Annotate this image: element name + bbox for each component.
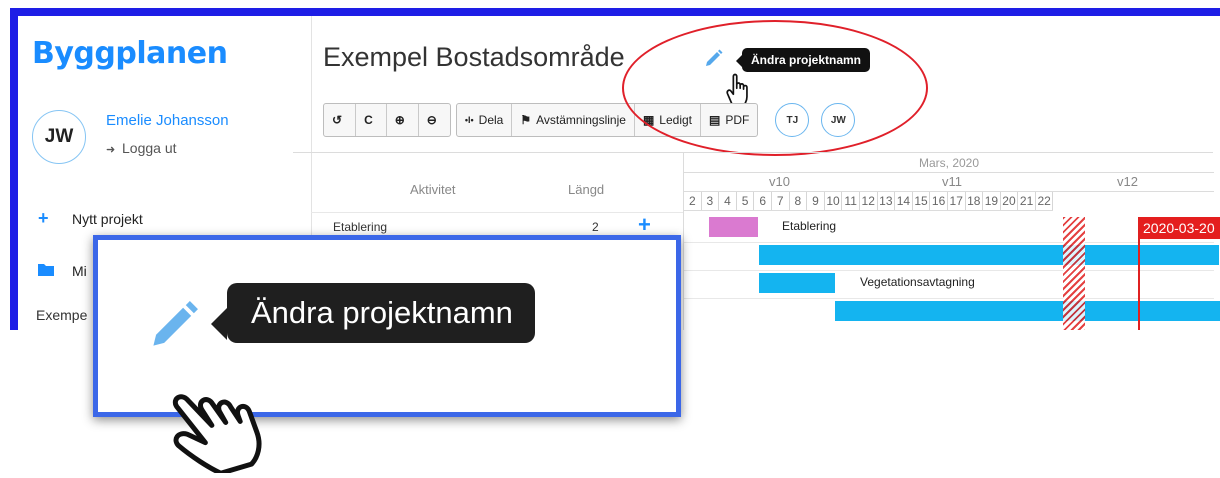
week-header: v10 v11 v12 [684, 173, 1214, 192]
sign-out-icon: ➜ [106, 144, 116, 156]
redo-button[interactable]: C [356, 104, 387, 136]
pencil-icon[interactable] [148, 297, 202, 356]
logout-label: Logga ut [122, 140, 177, 156]
day-cell: 6 [754, 192, 772, 210]
flag-icon: ⚑ [520, 113, 532, 127]
day-header: 2 3 4 5 6 7 8 9 10 11 12 13 14 15 16 17 18 19 20 21 22 [684, 192, 1054, 211]
redo-icon: C [364, 113, 373, 127]
task-bar-label: Etablering [782, 219, 837, 233]
task-bar[interactable] [709, 217, 758, 237]
zoom-out-icon: ⊖ [426, 113, 437, 127]
app-logo[interactable]: Byggplanen [32, 36, 228, 71]
day-cell: 22 [1036, 192, 1054, 210]
day-cell: 11 [842, 192, 860, 210]
gantt-divider [293, 152, 1213, 153]
holiday-hatch [1063, 217, 1085, 330]
day-cell: 20 [1001, 192, 1019, 210]
sidebar-item-new-project[interactable]: + Nytt projekt [38, 208, 143, 229]
day-cell: 3 [702, 192, 720, 210]
column-header-length: Längd [568, 182, 605, 197]
user-name-link[interactable]: Emelie Johansson [106, 112, 229, 129]
task-bar[interactable] [835, 301, 1220, 321]
sidebar-project-link[interactable]: Exempe [36, 307, 87, 323]
sidebar-item-my-projects[interactable]: Mi [38, 260, 87, 281]
folder-icon [38, 260, 72, 281]
task-bar[interactable] [759, 273, 835, 293]
week-label: v12 [1117, 174, 1138, 189]
highlight-oval [622, 20, 928, 156]
task-name[interactable]: Etablering [333, 220, 387, 234]
day-cell: 19 [983, 192, 1001, 210]
week-label: v11 [942, 174, 962, 189]
zoom-in-button[interactable]: ⊕ [387, 104, 419, 136]
history-zoom-group: ↺ C ⊕ ⊖ [323, 103, 451, 137]
today-date-badge: 2020-03-20 [1140, 217, 1220, 239]
sidebar-item-label: Mi [72, 263, 87, 279]
task-bar[interactable] [759, 245, 1219, 265]
day-cell: 2 [684, 192, 702, 210]
project-title: Exempel Bostadsområde [323, 42, 625, 72]
row-divider [684, 298, 1214, 299]
split-icon: •I• [464, 115, 474, 125]
sidebar-item-label: Nytt projekt [72, 211, 143, 227]
row-divider [684, 242, 1214, 243]
hand-pointer-icon [154, 361, 304, 478]
column-header-activity: Aktivitet [410, 182, 456, 197]
day-cell: 7 [772, 192, 790, 210]
day-cell: 4 [719, 192, 737, 210]
plus-icon: + [38, 208, 49, 228]
task-bar-label: Vegetationsavtagning [860, 275, 975, 289]
zoom-out-button[interactable]: ⊖ [419, 104, 450, 136]
day-cell: 5 [737, 192, 755, 210]
undo-button[interactable]: ↺ [324, 104, 357, 136]
day-cell: 10 [825, 192, 843, 210]
day-cell: 13 [878, 192, 896, 210]
day-cell: 17 [948, 192, 966, 210]
month-header: Mars, 2020 [684, 154, 1214, 173]
day-cell: 12 [860, 192, 878, 210]
logout-link[interactable]: ➜ Logga ut [106, 140, 177, 156]
day-cell: 9 [807, 192, 825, 210]
split-label: Dela [478, 113, 504, 127]
day-cell: 21 [1018, 192, 1036, 210]
day-cell: 18 [966, 192, 984, 210]
day-cell: 15 [913, 192, 931, 210]
edit-name-tooltip-large: Ändra projektnamn [211, 283, 535, 343]
user-avatar: JW [32, 110, 86, 164]
split-button[interactable]: •I• Dela [457, 104, 513, 136]
day-cell: 14 [895, 192, 913, 210]
reconciliation-line-label: Avstämningslinje [536, 113, 626, 127]
reconciliation-line-button[interactable]: ⚑ Avstämningslinje [512, 104, 635, 136]
undo-icon: ↺ [332, 113, 343, 127]
zoom-in-icon: ⊕ [394, 113, 405, 127]
row-divider [311, 212, 683, 213]
day-cell: 8 [790, 192, 808, 210]
day-cell: 16 [930, 192, 948, 210]
week-label: v10 [769, 174, 790, 189]
row-divider [684, 270, 1214, 271]
task-length[interactable]: 2 [592, 220, 599, 234]
